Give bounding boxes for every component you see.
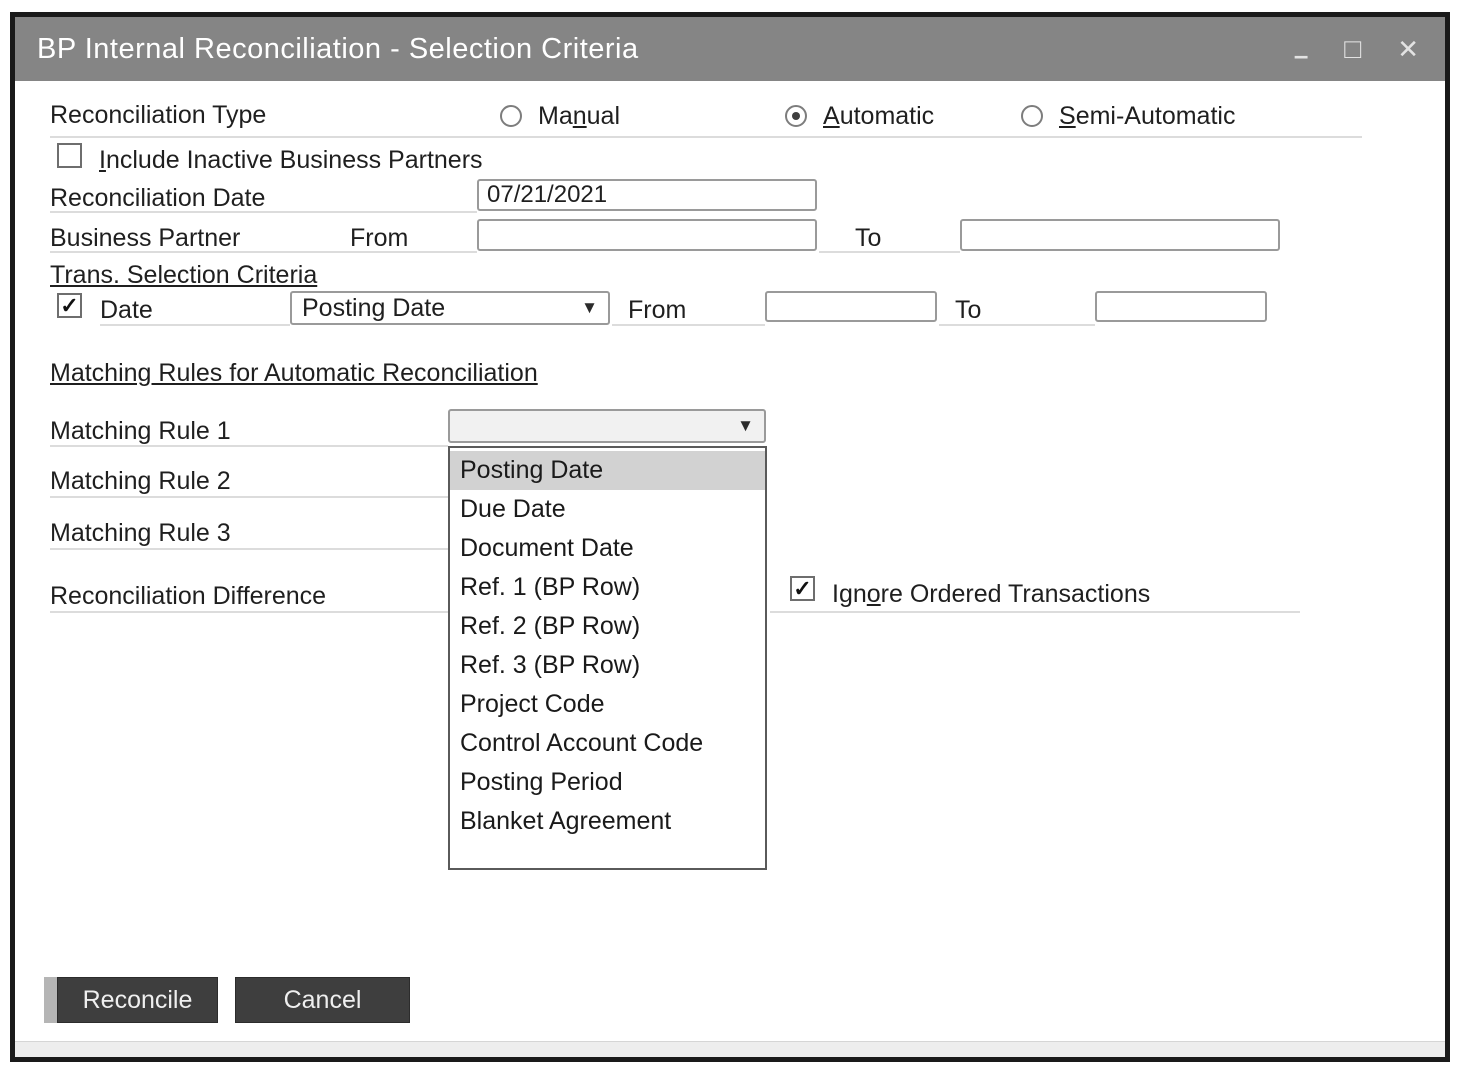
window-title: BP Internal Reconciliation - Selection C… bbox=[37, 33, 639, 66]
reconciliation-date-label: Reconciliation Date bbox=[50, 184, 265, 213]
trans-from-input[interactable] bbox=[765, 291, 937, 322]
matching-rule-2-label: Matching Rule 2 bbox=[50, 467, 231, 496]
close-icon[interactable]: ✕ bbox=[1397, 36, 1419, 62]
title-bar[interactable]: BP Internal Reconciliation - Selection C… bbox=[15, 17, 1445, 81]
trans-to-label: To bbox=[955, 296, 981, 325]
window-controls: – □ ✕ bbox=[1294, 35, 1419, 63]
radio-semi-automatic[interactable] bbox=[1021, 105, 1043, 127]
business-partner-from-input[interactable] bbox=[477, 219, 817, 251]
minimize-icon[interactable]: – bbox=[1294, 42, 1308, 68]
business-partner-label: Business Partner bbox=[50, 224, 240, 253]
row-divider bbox=[819, 251, 960, 253]
dropdown-item[interactable]: Ref. 1 (BP Row) bbox=[450, 568, 765, 607]
dropdown-item[interactable]: Due Date bbox=[450, 490, 765, 529]
date-label[interactable]: Date bbox=[100, 296, 153, 325]
date-type-value: Posting Date bbox=[302, 294, 445, 323]
dropdown-item[interactable]: Document Date bbox=[450, 529, 765, 568]
dropdown-item[interactable]: Ref. 3 (BP Row) bbox=[450, 646, 765, 685]
window-bottom-strip bbox=[15, 1041, 1445, 1057]
cancel-button[interactable]: Cancel bbox=[235, 977, 410, 1023]
reconcile-button[interactable]: Reconcile bbox=[57, 977, 218, 1023]
radio-manual-label[interactable]: Manual bbox=[538, 102, 620, 131]
radio-automatic-label[interactable]: Automatic bbox=[823, 102, 934, 131]
trans-from-label: From bbox=[628, 296, 686, 325]
reconciliation-difference-label: Reconciliation Difference bbox=[50, 582, 326, 611]
include-inactive-label[interactable]: Include Inactive Business Partners bbox=[99, 146, 483, 175]
date-checkbox[interactable]: ✓ bbox=[57, 293, 82, 318]
radio-automatic[interactable] bbox=[785, 105, 807, 127]
matching-rule-1-dropdown[interactable]: ▼ bbox=[448, 409, 766, 443]
row-divider bbox=[50, 136, 1362, 138]
matching-rule-3-label: Matching Rule 3 bbox=[50, 519, 231, 548]
ignore-ordered-checkbox[interactable]: ✓ bbox=[790, 576, 815, 601]
dropdown-item[interactable]: Control Account Code bbox=[450, 724, 765, 763]
dropdown-item[interactable]: Project Code bbox=[450, 685, 765, 724]
row-divider bbox=[50, 445, 448, 447]
dropdown-item[interactable]: Posting Period bbox=[450, 763, 765, 802]
row-divider bbox=[50, 611, 448, 613]
radio-manual[interactable] bbox=[500, 105, 522, 127]
row-divider bbox=[50, 251, 477, 253]
ignore-ordered-label[interactable]: Ignore Ordered Transactions bbox=[832, 580, 1150, 609]
chevron-down-icon: ▼ bbox=[737, 416, 754, 436]
check-icon: ✓ bbox=[793, 576, 811, 602]
check-icon: ✓ bbox=[60, 293, 78, 319]
dropdown-item[interactable]: Ref. 2 (BP Row) bbox=[450, 607, 765, 646]
focus-strip bbox=[44, 977, 57, 1023]
row-divider bbox=[50, 211, 477, 213]
row-divider bbox=[770, 611, 1300, 613]
reconciliation-type-label: Reconciliation Type bbox=[50, 101, 266, 130]
business-partner-from-label: From bbox=[350, 224, 408, 253]
reconciliation-date-input[interactable] bbox=[477, 179, 817, 211]
radio-semi-automatic-label[interactable]: Semi-Automatic bbox=[1059, 102, 1235, 131]
matching-rule-dropdown-list: Posting DateDue DateDocument DateRef. 1 … bbox=[448, 446, 767, 870]
maximize-icon[interactable]: □ bbox=[1344, 35, 1361, 63]
business-partner-to-label: To bbox=[855, 224, 881, 253]
dropdown-item[interactable]: Posting Date bbox=[450, 451, 765, 490]
dialog-content: Reconciliation Type Manual Automatic Sem… bbox=[15, 81, 1445, 1041]
matching-rule-1-label: Matching Rule 1 bbox=[50, 417, 231, 446]
business-partner-to-input[interactable] bbox=[960, 219, 1280, 251]
dialog-window: BP Internal Reconciliation - Selection C… bbox=[10, 12, 1450, 1062]
row-divider bbox=[612, 324, 765, 326]
row-divider bbox=[100, 324, 290, 326]
row-divider bbox=[939, 324, 1095, 326]
include-inactive-checkbox[interactable] bbox=[57, 143, 82, 168]
date-type-dropdown[interactable]: Posting Date ▼ bbox=[290, 291, 610, 325]
matching-rules-header: Matching Rules for Automatic Reconciliat… bbox=[50, 359, 538, 388]
trans-to-input[interactable] bbox=[1095, 291, 1267, 322]
dropdown-item[interactable]: Blanket Agreement bbox=[450, 802, 765, 841]
chevron-down-icon: ▼ bbox=[581, 298, 598, 318]
row-divider bbox=[50, 496, 448, 498]
row-divider bbox=[50, 548, 448, 550]
trans-selection-header: Trans. Selection Criteria bbox=[50, 261, 317, 290]
